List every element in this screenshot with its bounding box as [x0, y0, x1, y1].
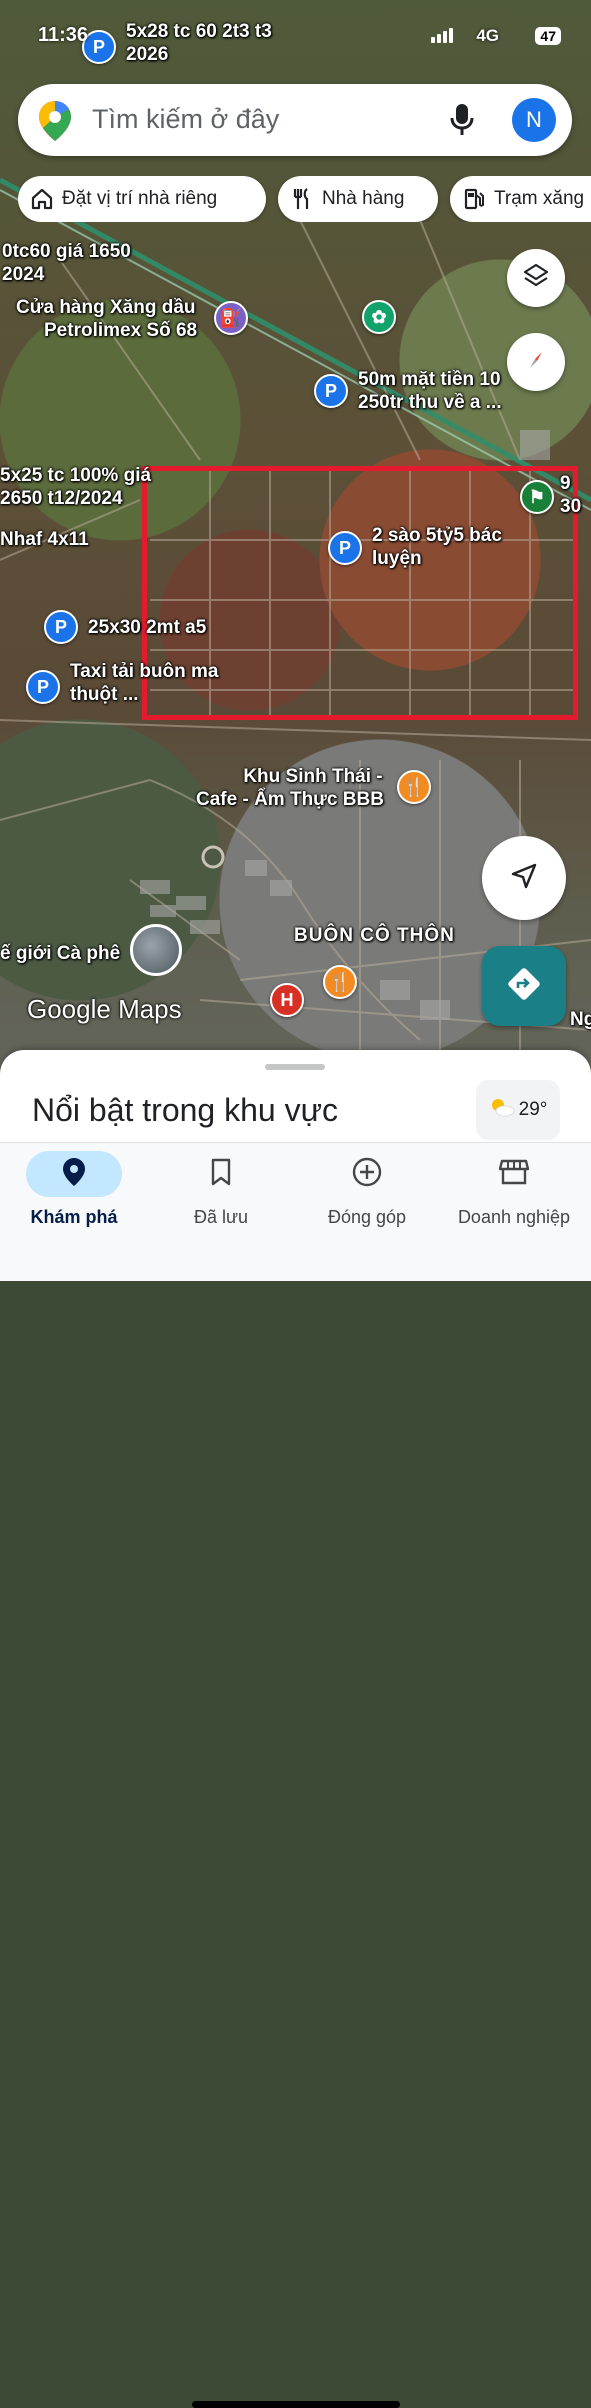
map-label-coffee-world[interactable]: ế giới Cà phê — [0, 942, 120, 965]
gas-station-icon — [462, 187, 486, 211]
home-indicator — [192, 2401, 400, 2408]
status-bar: 11:36 4G 47 — [0, 0, 591, 72]
map-label-center-pin[interactable]: 2 sào 5tỷ5 bác luyện — [372, 524, 502, 570]
chip-label: Trạm xăng — [494, 188, 585, 209]
chip-gas-station[interactable]: Trạm xăng — [450, 176, 591, 222]
street-view-thumbnail[interactable] — [130, 924, 182, 976]
status-time: 11:36 — [38, 24, 89, 46]
parking-pin-icon[interactable]: P — [26, 670, 60, 704]
flag-pin-icon[interactable]: ⚑ — [520, 480, 554, 514]
bookmark-icon — [210, 1158, 232, 1191]
layers-icon — [522, 262, 550, 295]
parking-pin-icon[interactable]: P — [314, 374, 348, 408]
directions-button[interactable] — [482, 946, 566, 1026]
temperature: 29° — [518, 1099, 548, 1120]
directions-icon — [506, 966, 542, 1007]
search-bar[interactable]: Tìm kiếm ở đây N — [18, 84, 572, 156]
map-label-road-pin[interactable]: 50m mặt tiền 10 250tr thu về a ... — [358, 368, 502, 414]
bottom-navigation: Khám phá Đã lưu Đóng góp Doanh nghiệp — [0, 1142, 591, 2408]
map-label-left-mid[interactable]: 5x25 tc 100% giá 2650 t12/2024 — [0, 464, 151, 510]
network-type: 4G — [476, 26, 499, 45]
layers-button[interactable] — [507, 249, 565, 307]
google-maps-logo-icon — [38, 100, 72, 147]
chip-label: Đặt vị trí nhà riêng — [62, 188, 218, 209]
category-chips: Đặt vị trí nhà riêng Nhà hàng Trạm xăng — [18, 176, 591, 222]
storefront-icon — [498, 1158, 530, 1191]
search-placeholder[interactable]: Tìm kiếm ở đây — [92, 104, 279, 135]
sheet-drag-handle[interactable] — [265, 1064, 325, 1070]
restaurant-icon — [290, 187, 314, 211]
map-label-eco-cafe[interactable]: Khu Sinh Thái - Cafe - Ẩm Thực BBB — [196, 765, 384, 811]
map-label-taxi[interactable]: Taxi tải buôn ma thuột ... — [70, 660, 219, 706]
map-label-right-edge[interactable]: 9 30 — [560, 472, 581, 518]
map-label-village[interactable]: BUÔN CÔ THÔN — [294, 924, 455, 947]
navigation-arrow-icon — [509, 861, 539, 896]
signal-icon — [431, 28, 453, 43]
home-icon — [30, 187, 54, 211]
tab-label: Doanh nghiệp — [457, 1207, 571, 1227]
tab-explore[interactable]: Khám phá — [9, 1143, 139, 1228]
tab-label: Khám phá — [30, 1207, 118, 1227]
compass-icon — [522, 346, 550, 379]
restaurant-pin-icon[interactable]: 🍴 — [323, 965, 357, 999]
tab-business[interactable]: Doanh nghiệp — [449, 1143, 579, 1228]
map-label-gas-station[interactable]: Cửa hàng Xăng dầu Petrolimex Số 68 — [16, 296, 197, 342]
explore-pin-icon — [62, 1157, 86, 1192]
add-circle-icon — [352, 1157, 382, 1192]
tab-label: Đã lưu — [193, 1207, 249, 1227]
google-maps-watermark: Google Maps — [27, 994, 182, 1024]
my-location-button[interactable] — [482, 836, 566, 920]
map-label-25x30[interactable]: 25x30 2mt a5 — [88, 616, 206, 639]
tab-label: Đóng góp — [327, 1207, 407, 1227]
avatar[interactable]: N — [512, 98, 556, 142]
microphone-icon[interactable] — [448, 102, 476, 143]
battery-level: 47 — [535, 27, 561, 45]
chip-restaurants[interactable]: Nhà hàng — [278, 176, 438, 222]
restaurant-pin-icon[interactable]: 🍴 — [397, 770, 431, 804]
chip-set-home[interactable]: Đặt vị trí nhà riêng — [18, 176, 266, 222]
tab-saved[interactable]: Đã lưu — [156, 1143, 286, 1228]
flower-pin-icon[interactable]: ✿ — [362, 300, 396, 334]
map-label-left-edge[interactable]: 0tc60 giá 1650 2024 — [2, 240, 131, 286]
map-label-right-bottom[interactable]: Ng — [570, 1008, 591, 1031]
map-label-nhaf[interactable]: Nhaf 4x11 — [0, 528, 89, 551]
parking-pin-icon[interactable]: P — [328, 531, 362, 565]
tab-contribute[interactable]: Đóng góp — [302, 1143, 432, 1228]
compass-button[interactable] — [507, 333, 565, 391]
hospital-pin-icon[interactable]: H — [270, 983, 304, 1017]
sheet-title: Nổi bật trong khu vực — [32, 1092, 339, 1128]
gas-station-pin-icon[interactable]: ⛽ — [214, 301, 248, 335]
parking-pin-icon[interactable]: P — [44, 610, 78, 644]
chip-label: Nhà hàng — [322, 188, 405, 209]
weather-chip[interactable]: 29° — [476, 1080, 560, 1140]
partly-sunny-icon — [489, 1096, 515, 1124]
